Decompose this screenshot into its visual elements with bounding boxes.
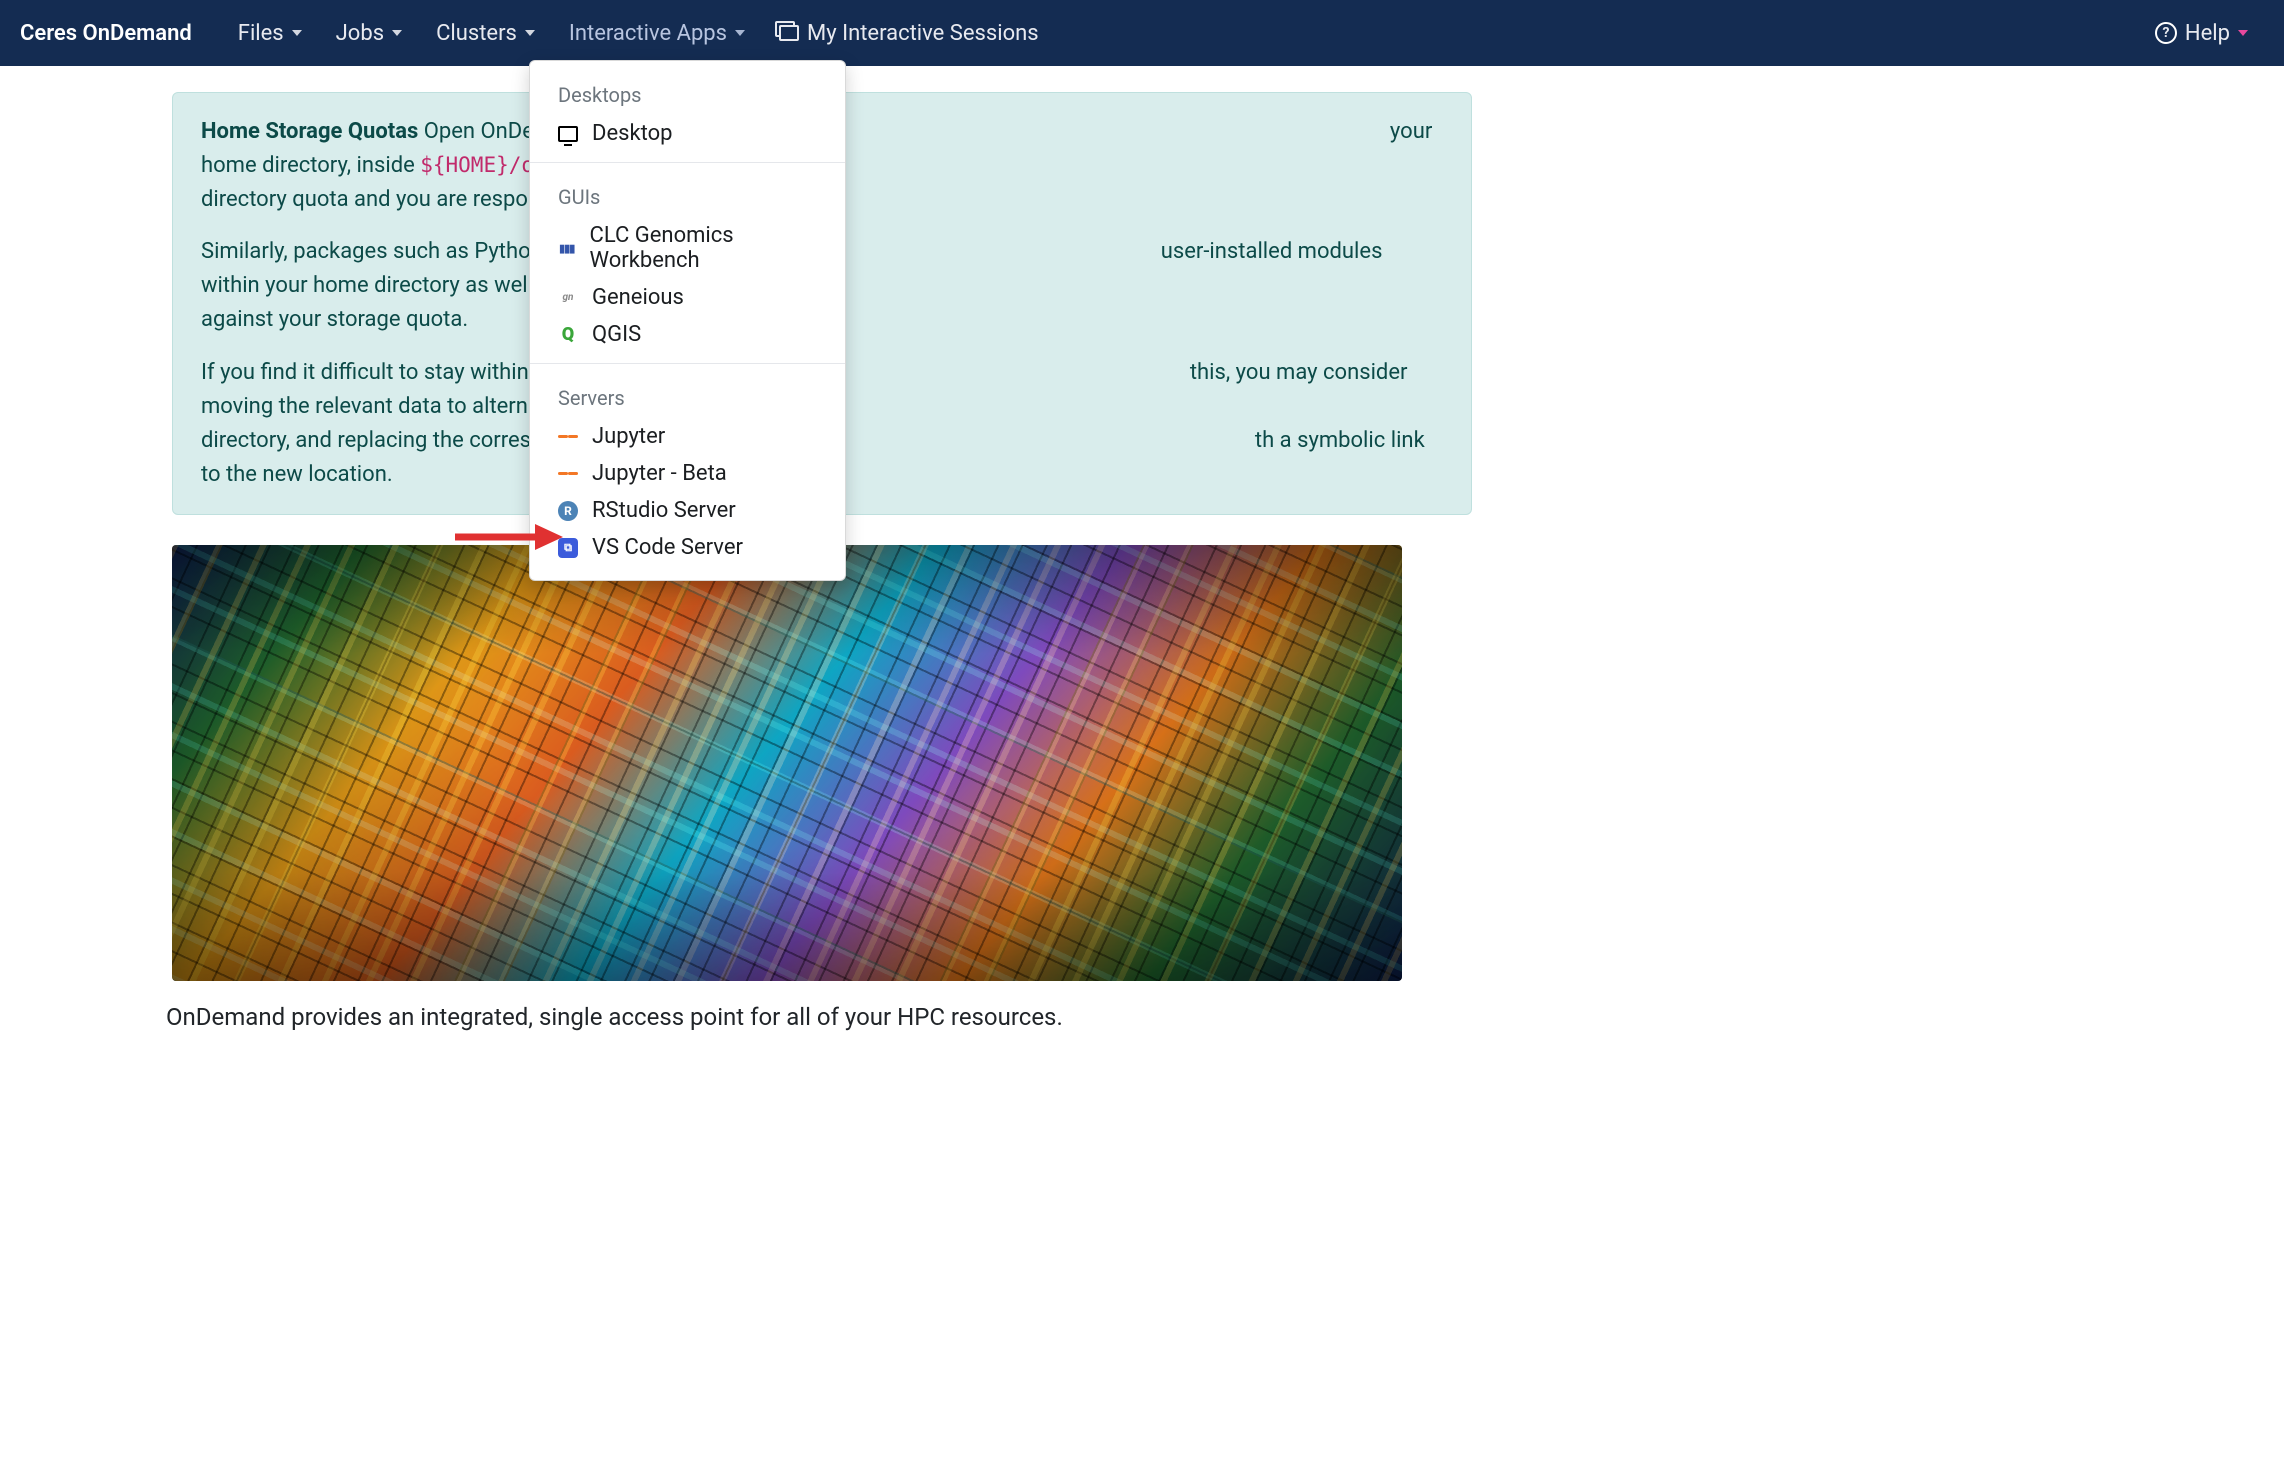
nav-files[interactable]: Files — [222, 13, 318, 54]
brand-title[interactable]: Ceres OnDemand — [20, 21, 192, 46]
nav-right: ? Help — [2139, 13, 2264, 54]
menu-item-label: Jupyter — [592, 424, 665, 449]
menu-item-clc[interactable]: ▮▮▮ CLC Genomics Workbench — [530, 217, 845, 279]
caret-down-icon — [525, 30, 535, 36]
nav-jobs-label: Jobs — [336, 21, 384, 46]
menu-item-label: QGIS — [592, 322, 641, 347]
qgis-icon: Q — [558, 325, 578, 345]
interactive-apps-dropdown: Desktops Desktop GUIs ▮▮▮ CLC Genomics W… — [529, 60, 846, 581]
menu-item-jupyter-beta[interactable]: Jupyter - Beta — [530, 455, 845, 492]
nav-interactive-apps[interactable]: Interactive Apps — [553, 13, 761, 54]
rstudio-icon: R — [558, 501, 578, 521]
menu-item-label: RStudio Server — [592, 498, 736, 523]
help-icon: ? — [2155, 22, 2177, 44]
dropdown-divider — [530, 162, 845, 163]
nav-help-label: Help — [2185, 21, 2230, 46]
caret-down-icon — [392, 30, 402, 36]
dropdown-header-desktops: Desktops — [530, 71, 845, 115]
caret-down-icon — [292, 30, 302, 36]
menu-item-label: CLC Genomics Workbench — [590, 223, 817, 273]
nav-links: Files Jobs Clusters Interactive Apps My … — [222, 13, 2139, 54]
caret-down-icon — [735, 30, 745, 36]
menu-item-label: Geneious — [592, 285, 684, 310]
menu-item-vscode[interactable]: ⧉ VS Code Server — [530, 529, 845, 566]
clc-icon: ▮▮▮ — [558, 238, 576, 258]
geneious-icon: gn — [558, 288, 578, 308]
top-navbar: Ceres OnDemand Files Jobs Clusters Inter… — [0, 0, 2284, 66]
alert-heading: Home Storage Quotas — [201, 119, 418, 144]
menu-item-label: Jupyter - Beta — [592, 461, 727, 486]
tagline-text: OnDemand provides an integrated, single … — [166, 1003, 2284, 1031]
dropdown-divider — [530, 363, 845, 364]
menu-item-label: Desktop — [592, 121, 673, 146]
nav-my-sessions-label: My Interactive Sessions — [807, 21, 1039, 46]
nav-interactive-apps-label: Interactive Apps — [569, 21, 727, 46]
sessions-icon — [779, 25, 799, 41]
menu-item-rstudio[interactable]: R RStudio Server — [530, 492, 845, 529]
nav-clusters[interactable]: Clusters — [420, 13, 551, 54]
jupyter-icon — [558, 427, 578, 447]
vscode-icon: ⧉ — [558, 538, 578, 558]
nav-clusters-label: Clusters — [436, 21, 517, 46]
nav-jobs[interactable]: Jobs — [320, 13, 418, 54]
desktop-icon — [558, 124, 578, 144]
menu-item-geneious[interactable]: gn Geneious — [530, 279, 845, 316]
menu-item-jupyter[interactable]: Jupyter — [530, 418, 845, 455]
dropdown-header-guis: GUIs — [530, 173, 845, 217]
dropdown-header-servers: Servers — [530, 374, 845, 418]
page-content: Home Storage Quotas Open OnDema XXXXXXXX… — [0, 92, 2284, 1031]
menu-item-desktop[interactable]: Desktop — [530, 115, 845, 152]
menu-item-qgis[interactable]: Q QGIS — [530, 316, 845, 353]
nav-my-sessions[interactable]: My Interactive Sessions — [763, 13, 1055, 54]
nav-help[interactable]: ? Help — [2139, 13, 2264, 54]
caret-down-icon — [2238, 30, 2248, 36]
jupyter-icon — [558, 464, 578, 484]
hero-image — [172, 545, 1402, 981]
nav-files-label: Files — [238, 21, 284, 46]
menu-item-label: VS Code Server — [592, 535, 743, 560]
